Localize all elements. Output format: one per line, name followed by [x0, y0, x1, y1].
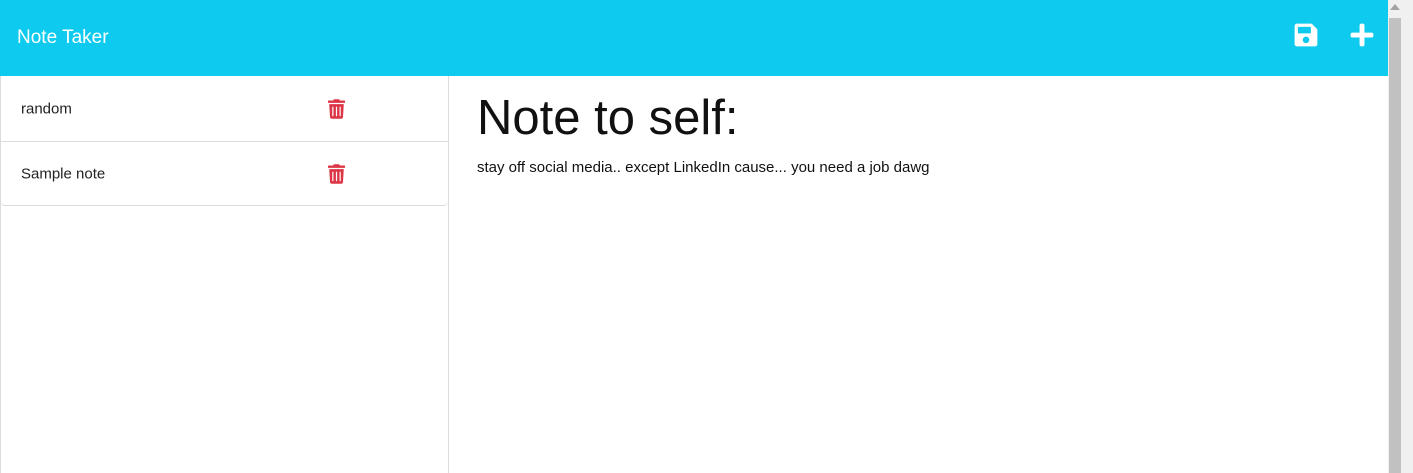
- brand-title[interactable]: Note Taker: [17, 26, 109, 50]
- note-taker-app: Note Taker random Sample note Note to se…: [0, 0, 1388, 473]
- note-title[interactable]: random: [21, 100, 72, 117]
- note-title[interactable]: Sample note: [21, 165, 105, 182]
- note-editor: Note to self: stay off social media.. ex…: [450, 76, 1388, 473]
- list-item[interactable]: random: [1, 76, 448, 141]
- scroll-up-arrow-icon[interactable]: [1390, 4, 1400, 10]
- list-item[interactable]: Sample note: [1, 141, 448, 205]
- plus-icon: [1350, 23, 1374, 47]
- note-text-area[interactable]: stay off social media.. except LinkedIn …: [477, 158, 930, 178]
- navbar: Note Taker: [0, 0, 1388, 76]
- trash-icon[interactable]: [328, 163, 345, 184]
- save-icon: [1294, 23, 1318, 47]
- notes-sidebar: random Sample note: [0, 76, 449, 473]
- note-title-field[interactable]: Note to self:: [477, 90, 738, 146]
- save-note-button[interactable]: [1293, 22, 1319, 48]
- scrollbar-thumb[interactable]: [1389, 18, 1401, 473]
- trash-icon[interactable]: [328, 98, 345, 119]
- new-note-button[interactable]: [1349, 22, 1375, 48]
- vertical-scrollbar[interactable]: [1388, 0, 1413, 473]
- note-list: random Sample note: [1, 76, 448, 206]
